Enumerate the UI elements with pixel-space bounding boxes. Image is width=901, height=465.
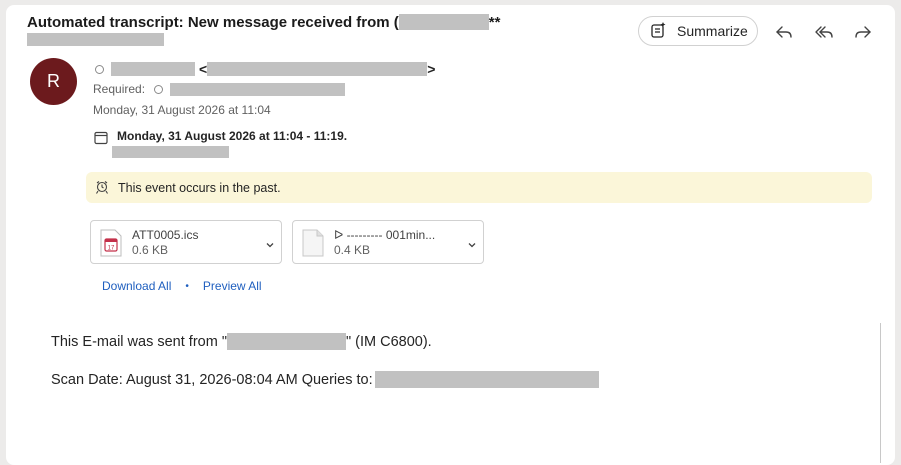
attachment-size: 0.4 KB [334,243,371,257]
body-line-1-suffix: " (IM C6800). [345,333,432,350]
body-line-2-text: Scan Date: August 31, 2026-08:04 AM Quer… [51,371,373,388]
redacted-sender-name [111,62,195,76]
reply-all-icon [815,26,833,38]
forward-button[interactable] [850,19,876,45]
generic-file-icon [301,229,325,262]
summarize-icon [649,21,667,42]
calendar-day: 17 [108,246,115,252]
calendar-clock-icon [95,180,110,195]
message-pane: Automated transcript: New message receiv… [6,5,895,465]
attachment-card[interactable]: ᐅ --------- 001min... 0.4 KB [292,220,484,264]
subject-text: Automated transcript: New message receiv… [27,14,399,31]
body-line-2: Scan Date: August 31, 2026-08:04 AM Quer… [51,371,599,388]
attachment-card[interactable]: 17 ATT0005.ics 0.6 KB [90,220,282,264]
summarize-button[interactable]: Summarize [638,16,758,46]
email-subject: Automated transcript: New message receiv… [27,13,501,31]
body-line-1-prefix: This E-mail was sent from " [51,333,227,350]
redacted-location [112,146,229,158]
sender-email-close: > [427,61,436,77]
reply-icon [776,26,792,38]
redacted-sender-name [398,13,489,30]
sender-email-open: < [199,61,208,77]
forward-icon [855,26,871,38]
chevron-down-icon[interactable] [265,237,275,255]
presence-status-icon [95,64,104,74]
attachment-size: 0.6 KB [132,243,169,257]
attachment-actions: Download All • Preview All [102,279,262,293]
reply-button[interactable] [771,19,797,45]
required-label: Required: [93,82,146,96]
body-line-1: This E-mail was sent from " " (IM C6800)… [51,333,432,350]
preview-all-link[interactable]: Preview All [203,279,262,293]
attachment-name: ᐅ --------- 001min... [334,228,436,242]
redacted-device-name [226,333,346,350]
subject-suffix: ** [488,14,501,31]
calendar-file-icon: 17 [99,229,123,262]
attachment-name: ATT0005.ics [132,228,199,242]
past-event-banner: This event occurs in the past. [86,172,872,203]
reply-all-button[interactable] [811,19,837,45]
sender-avatar[interactable]: R [30,58,77,105]
chevron-down-icon[interactable] [467,237,477,255]
sent-date: Monday, 31 August 2026 at 11:04 [93,103,271,117]
required-attendees: Required: [93,81,346,97]
calendar-icon [94,131,108,150]
redacted-subject-line2 [27,33,164,46]
redacted-attendee[interactable] [170,82,346,96]
separator-dot: • [185,280,189,292]
redacted-contact [374,371,599,388]
summarize-label: Summarize [677,23,748,39]
avatar-initial: R [47,71,60,91]
body-frame-edge [880,323,881,463]
download-all-link[interactable]: Download All [102,279,171,293]
past-event-text: This event occurs in the past. [118,180,281,195]
sender-line[interactable]: < > [95,61,435,77]
redacted-sender-email [207,62,428,76]
attendee-status-icon [154,84,164,94]
event-time: Monday, 31 August 2026 at 11:04 - 11:19. [117,129,348,143]
